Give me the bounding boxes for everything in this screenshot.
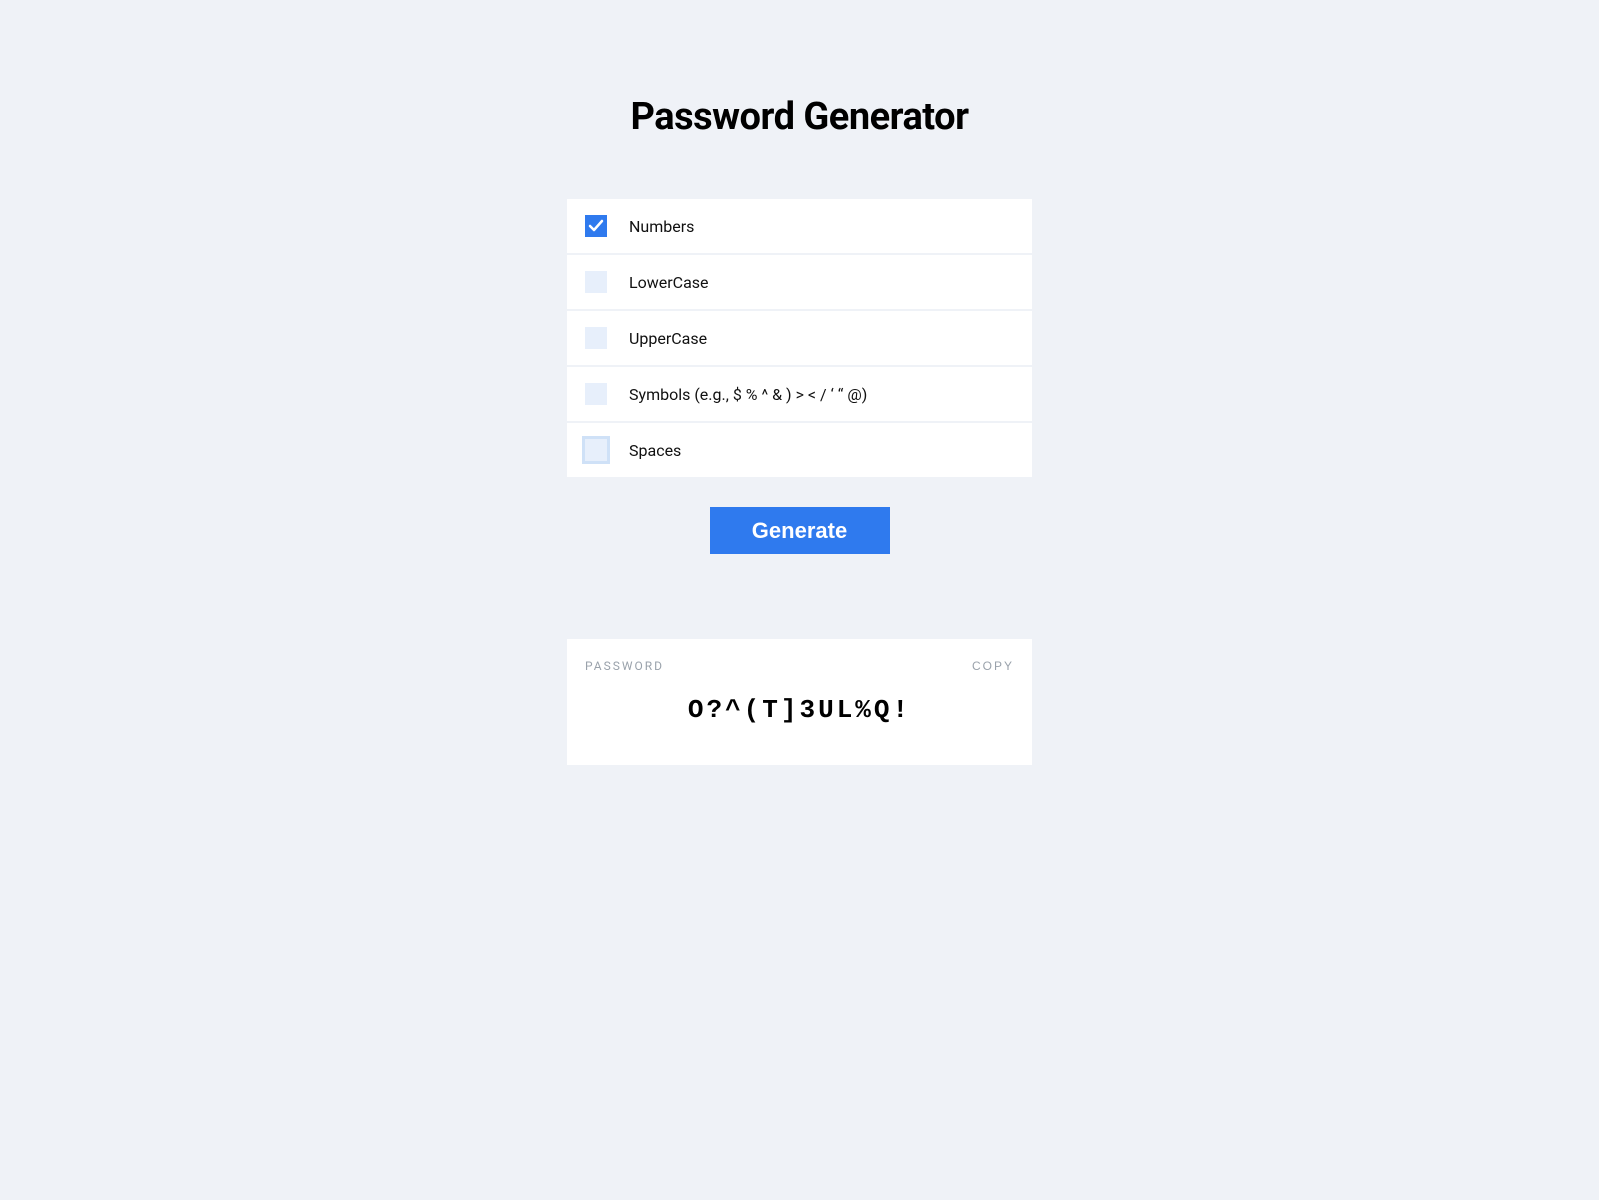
checkbox-numbers[interactable]	[585, 215, 607, 237]
option-row-uppercase: UpperCase	[567, 311, 1032, 365]
option-label-symbols: Symbols (e.g., $ % ^ & ) > < / ‘ “ @)	[629, 385, 867, 404]
option-label-lowercase: LowerCase	[629, 273, 709, 292]
page-title: Password Generator	[630, 95, 968, 139]
checkbox-uppercase[interactable]	[585, 327, 607, 349]
option-row-lowercase: LowerCase	[567, 255, 1032, 309]
option-row-spaces: Spaces	[567, 423, 1032, 477]
password-value: O?^(T]3UL%Q!	[585, 695, 1014, 725]
checkbox-symbols[interactable]	[585, 383, 607, 405]
generate-button[interactable]: Generate	[710, 507, 890, 554]
result-header: PASSWORD COPY	[585, 659, 1014, 673]
option-label-numbers: Numbers	[629, 217, 694, 236]
password-label: PASSWORD	[585, 659, 664, 673]
option-row-symbols: Symbols (e.g., $ % ^ & ) > < / ‘ “ @)	[567, 367, 1032, 421]
option-label-uppercase: UpperCase	[629, 329, 707, 348]
check-icon	[588, 218, 604, 234]
copy-button[interactable]: COPY	[972, 659, 1014, 673]
options-panel: Numbers LowerCase UpperCase Symbols (e.g…	[567, 199, 1032, 477]
option-row-numbers: Numbers	[567, 199, 1032, 253]
result-panel: PASSWORD COPY O?^(T]3UL%Q!	[567, 639, 1032, 765]
checkbox-lowercase[interactable]	[585, 271, 607, 293]
option-label-spaces: Spaces	[629, 441, 681, 460]
checkbox-spaces[interactable]	[585, 439, 607, 461]
